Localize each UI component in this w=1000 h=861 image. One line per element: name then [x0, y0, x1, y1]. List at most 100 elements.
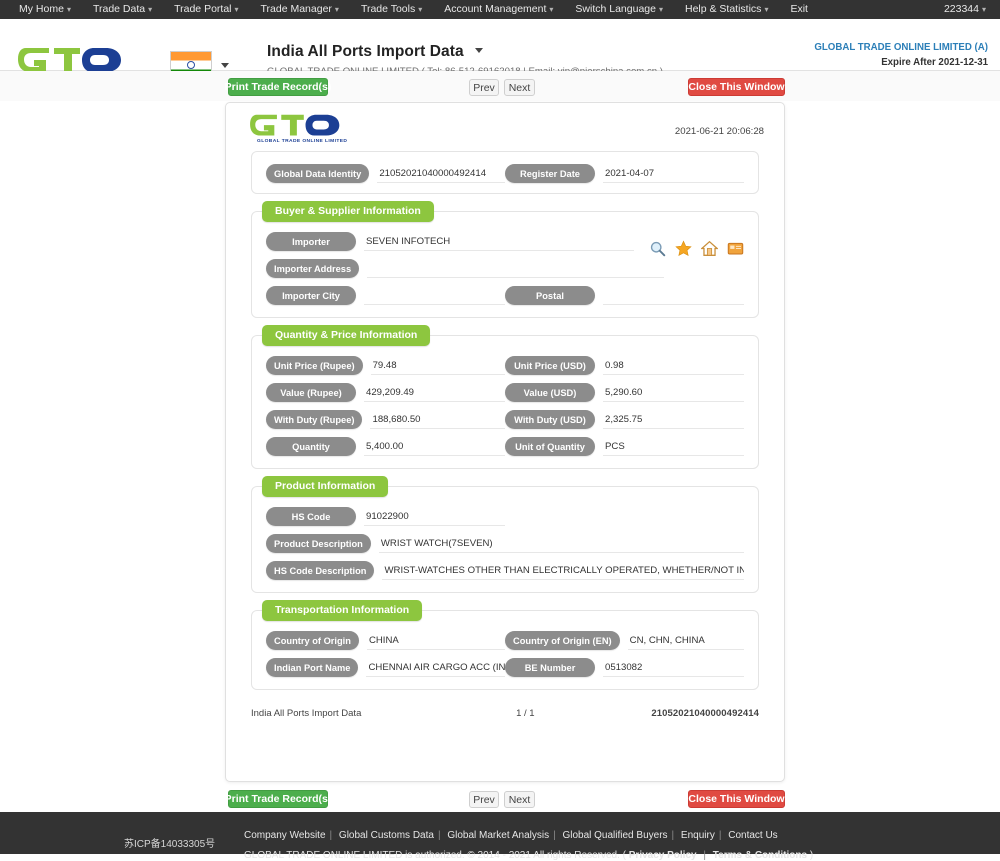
field-be-number: BE Number 0513082 [505, 658, 744, 677]
next-button-top[interactable]: Next [504, 79, 535, 96]
field-value: 21052021040000492414 [377, 165, 505, 183]
print-trade-records-button-bottom[interactable]: Print Trade Record(s) [225, 790, 331, 808]
field-value: PCS [603, 438, 744, 456]
field-hs-code: HS Code 91022900 [266, 507, 744, 526]
field-value: CHENNAI AIR CARGO ACC (INMAA4) [366, 659, 505, 677]
row-value: Value (Rupee) 429,209.49 Value (USD) 5,2… [266, 383, 744, 402]
footer-link-global-qualified-buyers[interactable]: Global Qualified Buyers [562, 830, 667, 841]
trade-record-card: GLOBAL TRADE ONLINE LIMITED 2021-06-21 2… [225, 102, 785, 782]
footer-link-enquiry[interactable]: Enquiry [681, 830, 715, 841]
field-value [367, 260, 664, 278]
separator: | [329, 830, 333, 841]
user-account-menu[interactable]: 223344 ▾ [944, 0, 986, 19]
footer-link-terms-conditions[interactable]: Terms & Conditions [713, 850, 807, 861]
field-label: Importer [266, 232, 356, 251]
menu-item-help-statistics[interactable]: Help & Statistics ▾ [674, 0, 779, 19]
footer-link-global-market-analysis[interactable]: Global Market Analysis [447, 830, 549, 841]
field-value: WRIST-WATCHES OTHER THAN ELECTRICALLY OP… [382, 562, 744, 580]
separator: | [553, 830, 556, 841]
identity-panel: Global Data Identity 2105202104000049241… [251, 151, 759, 194]
chevron-down-icon: ▾ [764, 5, 769, 14]
field-value: CHINA [366, 632, 505, 650]
next-button-bottom[interactable]: Next [504, 791, 535, 808]
row-port-be: Indian Port Name CHENNAI AIR CARGO ACC (… [266, 658, 744, 677]
menu-item-trade-portal[interactable]: Trade Portal ▾ [163, 0, 249, 19]
card-icon[interactable] [727, 240, 744, 257]
close-window-button-bottom[interactable]: Close This Window [688, 790, 785, 808]
field-label: Indian Port Name [266, 658, 359, 677]
menu-item-switch-language[interactable]: Switch Language ▾ [564, 0, 674, 19]
page-title: India All Ports Import Data [267, 43, 464, 60]
chevron-down-icon: ▾ [658, 5, 663, 14]
field-unit-price-usd: Unit Price (USD) 0.98 [505, 356, 744, 375]
top-menu-bar: My Home ▾ Trade Data ▾ Trade Portal ▾ Trade… [0, 0, 1000, 19]
field-label: Country of Origin [266, 631, 359, 650]
panel-title-quantity-price: Quantity & Price Information [262, 325, 431, 346]
search-icon[interactable] [649, 240, 666, 257]
record-action-icons [649, 240, 744, 257]
menu-item-my-home[interactable]: My Home ▾ [8, 0, 82, 19]
icp-license-label: 苏ICP备14033305号 [124, 839, 216, 850]
menu-item-trade-manager[interactable]: Trade Manager ▾ [250, 0, 350, 19]
gtc-logo-icon [250, 114, 340, 136]
field-value: CN, CHN, CHINA [627, 632, 744, 650]
field-label: HS Code [266, 507, 356, 526]
field-importer-city: Importer City [266, 286, 505, 305]
report-header: GLOBAL TRADE ONLINE LIMITED 2021-06-21 2… [226, 103, 784, 151]
menu-item-trade-data[interactable]: Trade Data ▾ [82, 0, 163, 19]
field-with-duty-usd: With Duty (USD) 2,325.75 [505, 410, 744, 429]
field-value: 5,400.00 [364, 438, 505, 456]
chevron-down-icon: ▾ [148, 5, 153, 14]
chevron-down-icon: ▾ [66, 5, 71, 14]
prev-button-top[interactable]: Prev [469, 79, 499, 96]
field-label: Register Date [505, 164, 595, 183]
menu-label: Trade Manager [260, 3, 332, 15]
field-value-rupee: Value (Rupee) 429,209.49 [266, 383, 505, 402]
field-value: 2,325.75 [603, 411, 744, 429]
field-unit-of-quantity: Unit of Quantity PCS [505, 437, 744, 456]
row-with-duty: With Duty (Rupee) 188,680.50 With Duty (… [266, 410, 744, 429]
separator: | [718, 830, 722, 841]
close-window-button-top[interactable]: Close This Window [688, 78, 785, 96]
field-label: With Duty (Rupee) [266, 410, 363, 429]
chevron-down-icon: ▾ [981, 5, 986, 14]
row-quantity: Quantity 5,400.00 Unit of Quantity PCS [266, 437, 744, 456]
paren-open: ( [622, 850, 626, 861]
chevron-down-icon: ▾ [549, 5, 554, 14]
field-label: BE Number [505, 658, 595, 677]
field-product-description: Product Description WRIST WATCH(7SEVEN) [266, 534, 744, 553]
footer-link-privacy-policy[interactable]: Privacy Policy [629, 850, 697, 861]
panel-title-transportation: Transportation Information [262, 600, 423, 621]
chevron-down-icon: ▾ [334, 5, 339, 14]
menu-label: Exit [790, 3, 808, 15]
footer-link-company-website[interactable]: Company Website [244, 830, 326, 841]
field-value: 5,290.60 [603, 384, 744, 402]
star-icon[interactable] [675, 240, 692, 257]
prev-button-bottom[interactable]: Prev [469, 791, 499, 808]
field-label: Importer City [266, 286, 356, 305]
field-value [364, 287, 505, 305]
menu-label: Trade Tools [360, 3, 416, 15]
menu-item-trade-tools[interactable]: Trade Tools ▾ [350, 0, 433, 19]
paren-close: ) [809, 850, 814, 861]
menu-item-exit[interactable]: Exit [779, 0, 819, 19]
field-indian-port-name: Indian Port Name CHENNAI AIR CARGO ACC (… [266, 658, 505, 677]
account-name[interactable]: GLOBAL TRADE ONLINE LIMITED (A) [786, 42, 988, 53]
footer-link-contact-us[interactable]: Contact Us [728, 830, 777, 841]
field-global-data-identity: Global Data Identity 2105202104000049241… [266, 164, 505, 183]
menu-label: Help & Statistics [684, 3, 762, 15]
field-label: Country of Origin (EN) [505, 631, 620, 650]
field-value: 91022900 [364, 508, 505, 526]
footer-link-global-customs-data[interactable]: Global Customs Data [339, 830, 434, 841]
separator: | [671, 830, 675, 841]
chevron-down-icon: ▾ [418, 5, 423, 14]
field-label: Value (Rupee) [266, 383, 356, 402]
menu-item-account-management[interactable]: Account Management ▾ [433, 0, 564, 19]
chevron-down-icon[interactable] [475, 48, 484, 53]
chevron-down-icon[interactable] [221, 62, 229, 68]
home-icon[interactable] [701, 240, 718, 257]
transportation-information-panel: Transportation Information Country of Or… [251, 600, 759, 690]
print-trade-records-button-top[interactable]: Print Trade Record(s) [225, 78, 331, 96]
field-importer-address: Importer Address [266, 259, 744, 278]
field-value: 0513082 [603, 659, 744, 677]
